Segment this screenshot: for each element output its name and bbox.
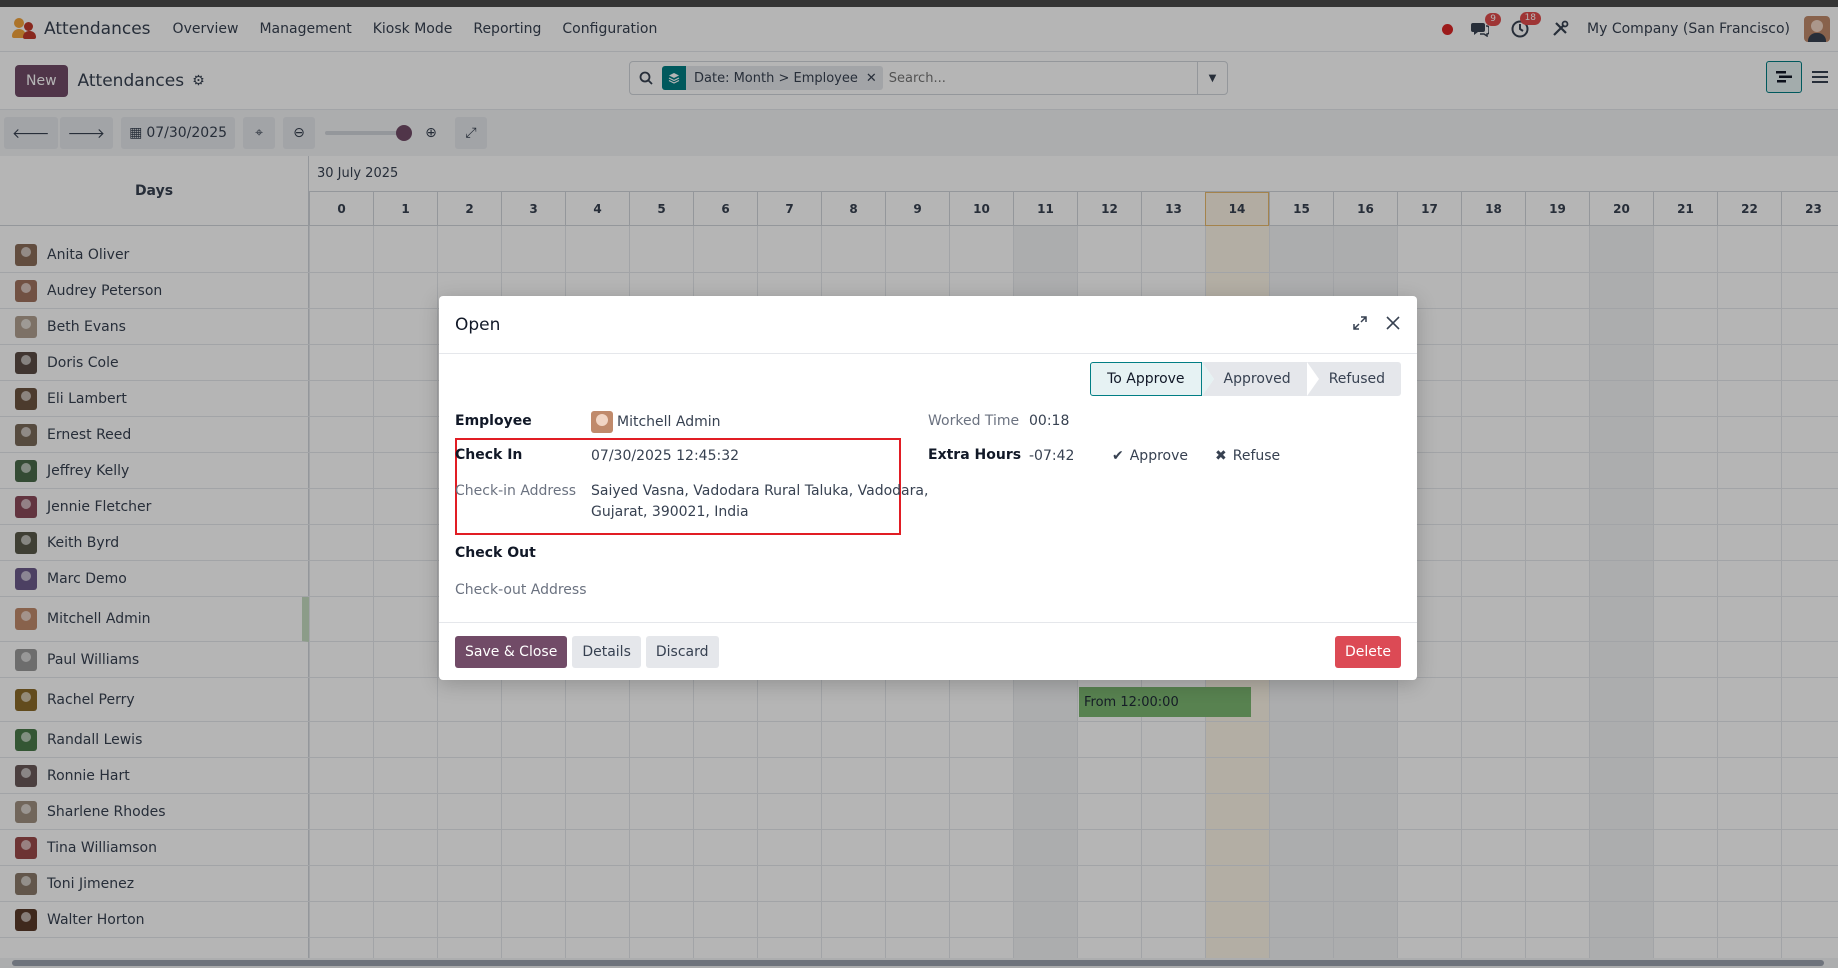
discard-button[interactable]: Discard	[645, 635, 719, 668]
check-out-label: Check Out	[455, 545, 536, 561]
check-icon: ✔	[1112, 448, 1124, 464]
check-in-address-line1[interactable]: Saiyed Vasna, Vadodara Rural Taluka, Vad…	[591, 483, 928, 499]
check-in-value[interactable]: 07/30/2025 12:45:32	[591, 448, 739, 464]
employee-field[interactable]: Mitchell Admin	[591, 411, 721, 433]
details-button[interactable]: Details	[572, 635, 641, 668]
check-in-label: Check In	[455, 447, 523, 463]
check-in-address-line2[interactable]: Gujarat, 390021, India	[591, 504, 749, 520]
approve-button[interactable]: ✔ Approve	[1112, 448, 1188, 464]
check-in-address-label: Check-in Address	[455, 483, 577, 499]
employee-avatar	[591, 411, 613, 433]
refuse-label: Refuse	[1232, 448, 1281, 464]
delete-button[interactable]: Delete	[1335, 635, 1401, 668]
close-icon[interactable]	[1385, 315, 1401, 335]
extra-hours-label: Extra Hours	[928, 447, 1022, 463]
approve-label: Approve	[1129, 448, 1188, 464]
expand-dialog-icon[interactable]	[1353, 315, 1367, 334]
cross-icon: ✖	[1215, 448, 1227, 464]
dialog-header: Open	[439, 296, 1417, 354]
refuse-button[interactable]: ✖ Refuse	[1215, 448, 1280, 464]
worked-time-label: Worked Time	[928, 413, 1020, 429]
employee-value: Mitchell Admin	[617, 414, 721, 430]
status-approved[interactable]: Approved	[1201, 362, 1307, 396]
attendance-dialog: Open To Approve Approved Refused Employe…	[439, 296, 1417, 680]
status-refused[interactable]: Refused	[1306, 362, 1401, 396]
save-close-button[interactable]: Save & Close	[455, 635, 568, 668]
extra-hours-value: -07:42	[1029, 448, 1075, 464]
worked-time-value: 00:18	[1029, 413, 1070, 429]
dialog-footer: Save & Close Details Discard Delete	[439, 622, 1417, 680]
status-to-approve[interactable]: To Approve	[1090, 362, 1215, 396]
status-bar: To Approve Approved Refused	[1090, 362, 1401, 396]
dialog-body: To Approve Approved Refused Employee Mit…	[439, 354, 1417, 622]
check-out-address-label: Check-out Address	[455, 582, 587, 598]
dialog-title: Open	[455, 314, 501, 335]
employee-label: Employee	[455, 413, 532, 429]
